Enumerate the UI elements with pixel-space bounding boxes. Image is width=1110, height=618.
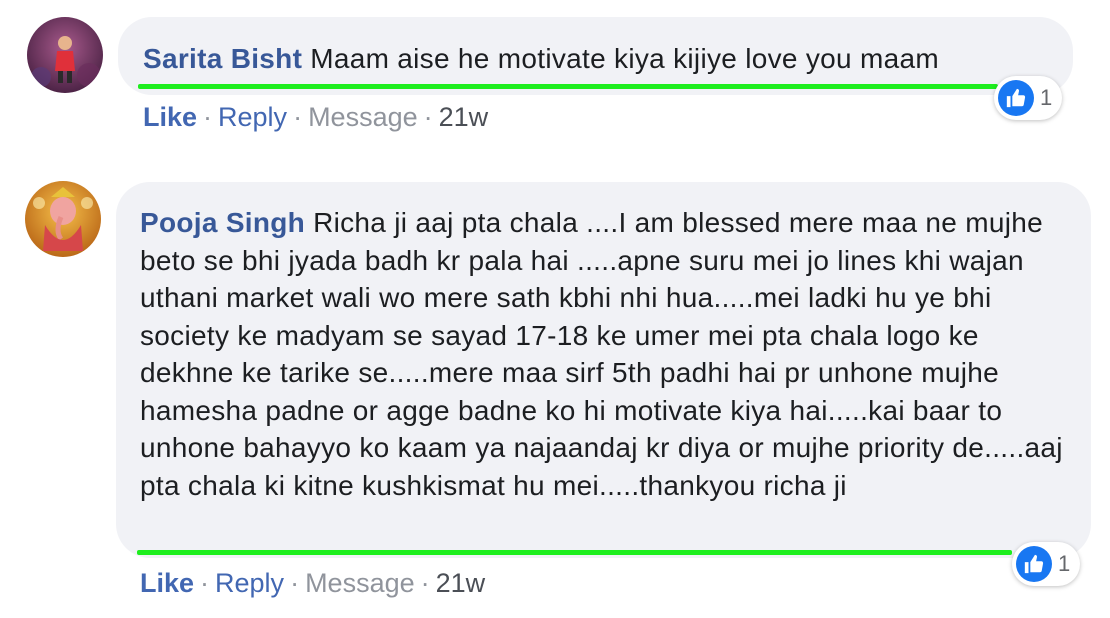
message-link[interactable]: Message [305,568,415,598]
separator: · [420,568,430,598]
profile-photo [27,17,103,93]
like-link[interactable]: Like [143,102,197,132]
like-thumb-icon [998,80,1034,116]
profile-photo [25,181,101,257]
timestamp[interactable]: 21w [439,102,489,132]
separator: · [423,102,433,132]
comment-text: Richa ji aaj pta chala ....I am blessed … [140,207,1063,501]
like-thumb-icon [1016,546,1052,582]
reply-link[interactable]: Reply [215,568,284,598]
author-name[interactable]: Sarita Bisht [143,43,302,74]
separator: · [200,568,210,598]
comment-bubble: Pooja Singh Richa ji aaj pta chala ....I … [116,182,1091,558]
separator: · [290,568,300,598]
like-link[interactable]: Like [140,568,194,598]
comment-body: Sarita Bisht Maam aise he motivate kiya k… [143,40,1047,78]
avatar-sarita-bisht[interactable] [27,17,103,93]
reply-link[interactable]: Reply [218,102,287,132]
highlight-underline [138,84,998,89]
comment-text: Maam aise he motivate kiya kijiye love y… [310,43,939,74]
comment-actions: Like · Reply · Message · 21w [140,568,485,599]
highlight-underline [137,550,1012,555]
separator: · [203,102,213,132]
timestamp[interactable]: 21w [436,568,486,598]
reaction-count: 1 [1058,551,1071,576]
author-name[interactable]: Pooja Singh [140,207,305,238]
reaction-count: 1 [1040,85,1053,110]
avatar-pooja-singh[interactable] [25,181,101,257]
comment-actions: Like · Reply · Message · 21w [143,102,488,133]
reaction-badge[interactable]: 1 [994,76,1063,120]
reaction-badge[interactable]: 1 [1012,542,1081,586]
message-link[interactable]: Message [308,102,418,132]
separator: · [293,102,303,132]
comment-body: Pooja Singh Richa ji aaj pta chala ....I … [140,204,1069,504]
